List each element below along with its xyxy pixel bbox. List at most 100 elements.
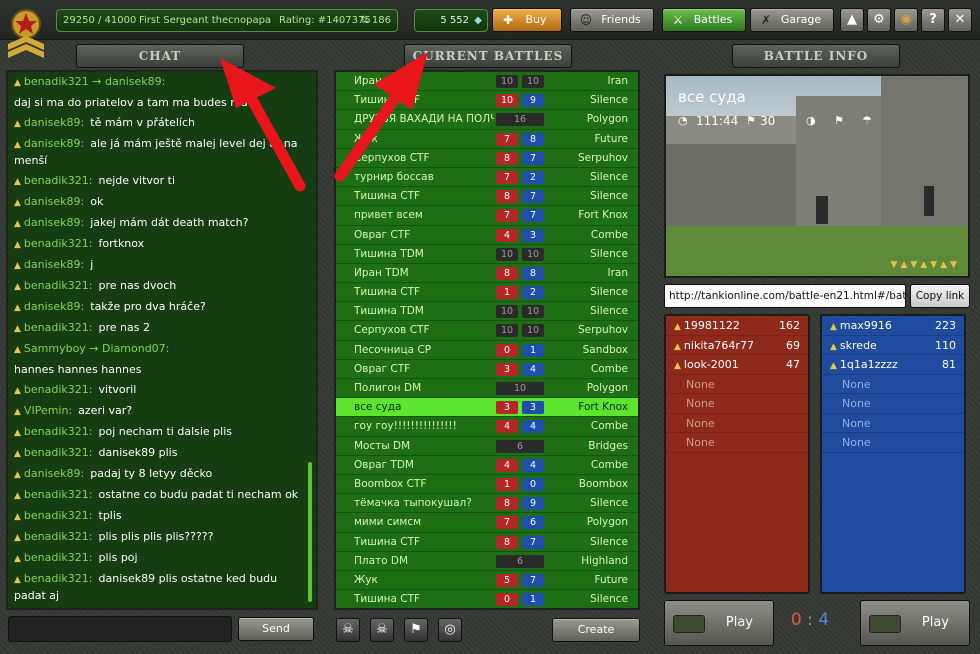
help-button[interactable]: ?: [921, 8, 945, 32]
friends-button[interactable]: ☺ Friends: [570, 8, 654, 32]
chat-sender[interactable]: Sammyboy → Diamond07:: [24, 342, 169, 355]
tdm-filter-icon[interactable]: ☠: [370, 618, 394, 642]
red-team-count: 7: [496, 209, 518, 223]
battle-map: Serpuhov: [577, 151, 628, 164]
battle-row[interactable]: Полигон DM 10 Polygon: [336, 379, 638, 399]
chat-sender[interactable]: benadik321:: [24, 237, 93, 250]
team-player-row[interactable]: ▲ max9916 223: [822, 316, 964, 336]
team-player-row[interactable]: None: [822, 394, 964, 414]
team-player-row[interactable]: ▲ nikita764r77 69: [666, 335, 808, 355]
battle-row[interactable]: Плато DM 6 Highland: [336, 551, 638, 571]
rank-icon: ▲: [14, 198, 21, 208]
red-team-count: 7: [496, 132, 518, 146]
chat-sender[interactable]: VIPemin:: [24, 404, 72, 417]
blue-team-count: 0: [522, 477, 544, 491]
team-player-row[interactable]: ▲ 1q1a1zzzz 81: [822, 355, 964, 375]
gear-icon[interactable]: ⚙: [867, 8, 891, 32]
battle-row[interactable]: Тишина TDM 10 10 Silence: [336, 302, 638, 322]
garage-button[interactable]: ✗ Garage: [750, 8, 834, 32]
sound-icon[interactable]: ◉: [894, 8, 918, 32]
team-player-row[interactable]: None: [822, 433, 964, 453]
chat-input[interactable]: [8, 616, 232, 642]
chat-sender[interactable]: benadik321:: [24, 530, 93, 543]
battles-button[interactable]: ⚔ Battles: [662, 8, 746, 32]
battle-row[interactable]: Овраг CTF 4 3 Combe: [336, 225, 638, 245]
battle-row[interactable]: Серпухов CTF 8 7 Serpuhov: [336, 148, 638, 168]
red-team-count: 10: [496, 247, 518, 261]
red-team-count: 5: [496, 573, 518, 587]
team-player-row[interactable]: ▲ skrede 110: [822, 335, 964, 355]
battle-row[interactable]: турнир боссав 7 2 Silence: [336, 167, 638, 188]
chat-sender[interactable]: danisek89:: [24, 300, 84, 313]
team-player-row[interactable]: None: [822, 374, 964, 394]
chat-sender[interactable]: benadik321:: [24, 383, 93, 396]
chat-sender[interactable]: danisek89:: [24, 467, 84, 480]
chat-sender[interactable]: danisek89:: [24, 216, 84, 229]
play-red-button[interactable]: Play: [664, 600, 774, 646]
battle-row[interactable]: Тишина CTF 1 2 Silence: [336, 283, 638, 303]
close-icon[interactable]: ✕: [948, 8, 972, 32]
ctf-filter-icon[interactable]: ⚑: [404, 618, 428, 642]
battle-row[interactable]: все суда 3 3 Fort Knox: [336, 398, 638, 418]
battle-row[interactable]: тёмачка тыпокушал? 8 9 Silence: [336, 494, 638, 514]
battle-map: Polygon: [586, 382, 628, 394]
player-score: 110: [935, 338, 956, 352]
chat-sender[interactable]: benadik321:: [24, 174, 93, 187]
battle-row[interactable]: Овраг CTF 3 4 Combe: [336, 359, 638, 379]
battle-row[interactable]: Серпухов CTF 10 10 Serpuhov: [336, 321, 638, 341]
team-player-row[interactable]: ▲ 19981122 162: [666, 316, 808, 336]
cp-filter-icon[interactable]: ◎: [438, 618, 462, 642]
chat-sender[interactable]: benadik321:: [24, 446, 93, 459]
battle-row[interactable]: ДРУЗЬЯ ВАХАДИ НА ПОЛЧАСА16 Polygon: [336, 110, 638, 130]
team-player-row[interactable]: None: [666, 394, 808, 414]
buy-button[interactable]: ✚ Buy: [492, 8, 562, 32]
battle-row[interactable]: Песочница CP 0 1 Sandbox: [336, 340, 638, 360]
battle-row[interactable]: Жук 7 8 Future: [336, 129, 638, 149]
chat-sender[interactable]: danisek89:: [24, 195, 84, 208]
battle-row[interactable]: Иран CTF 10 10 Iran: [336, 72, 638, 92]
play-blue-button[interactable]: Play: [860, 600, 970, 646]
battle-row[interactable]: Жук 5 7 Future: [336, 570, 638, 591]
battle-row[interactable]: Тишина CTF 8 7 Silence: [336, 532, 638, 552]
battle-row[interactable]: мими симсм 7 6 Polygon: [336, 513, 638, 533]
battle-row[interactable]: Мосты DM 6 Bridges: [336, 436, 638, 456]
chat-message: ▲ Sammyboy → Diamond07:: [8, 339, 316, 360]
copy-link-button[interactable]: Copy link: [910, 284, 970, 308]
battle-map: Serpuhov: [577, 324, 628, 337]
team-player-row[interactable]: None: [822, 413, 964, 433]
chat-sender[interactable]: benadik321:: [24, 279, 93, 292]
chat-sender[interactable]: benadik321:: [24, 321, 93, 334]
battle-name: Мосты DM: [354, 439, 411, 452]
battle-row[interactable]: Boombox CTF 1 0 Boombox: [336, 474, 638, 495]
send-button[interactable]: Send: [238, 617, 314, 641]
chat-sender[interactable]: danisek89:: [24, 116, 84, 129]
stats-icon[interactable]: ▲: [840, 8, 864, 32]
chat-sender[interactable]: benadik321:: [24, 551, 93, 564]
chat-sender[interactable]: benadik321:: [24, 425, 93, 438]
battle-row[interactable]: гоу гоу!!!!!!!!!!!!!!! 4 4 Combe: [336, 417, 638, 437]
chat-message: ▲ benadik321: pre nas 2: [8, 318, 316, 339]
battle-row[interactable]: Тишина CTF 0 1 Silence: [336, 590, 638, 608]
battle-row[interactable]: Тишина CTF 10 9 Silence: [336, 91, 638, 111]
team-player-row[interactable]: ▲ look-2001 47: [666, 355, 808, 375]
dm-filter-icon[interactable]: ☠: [336, 618, 360, 642]
team-player-row[interactable]: None: [666, 413, 808, 433]
chat-sender[interactable]: benadik321:: [24, 572, 93, 585]
battle-row[interactable]: Иран TDM 8 8 Iran: [336, 263, 638, 284]
battle-url-field[interactable]: http://tankionline.com/battle-en21.html#…: [664, 284, 906, 308]
team-player-row[interactable]: None: [666, 433, 808, 453]
chat-scrollbar[interactable]: [308, 462, 312, 602]
chat-sender[interactable]: benadik321:: [24, 509, 93, 522]
chat-sender[interactable]: danisek89:: [24, 137, 84, 150]
play-blue-label: Play: [921, 615, 949, 630]
create-button[interactable]: Create: [552, 618, 640, 642]
battle-row[interactable]: Тишина TDM 10 10 Silence: [336, 244, 638, 264]
battle-row[interactable]: привет всем 7 7 Fort Knox: [336, 206, 638, 226]
battle-name: Иран CTF: [354, 75, 405, 87]
chat-sender[interactable]: benadik321 → danisek89:: [24, 75, 165, 88]
battle-row[interactable]: Тишина CTF 8 7 Silence: [336, 187, 638, 207]
chat-sender[interactable]: benadik321:: [24, 488, 93, 501]
chat-sender[interactable]: danisek89:: [24, 258, 84, 271]
team-player-row[interactable]: None: [666, 374, 808, 394]
battle-row[interactable]: Овраг TDM 4 4 Combe: [336, 455, 638, 475]
